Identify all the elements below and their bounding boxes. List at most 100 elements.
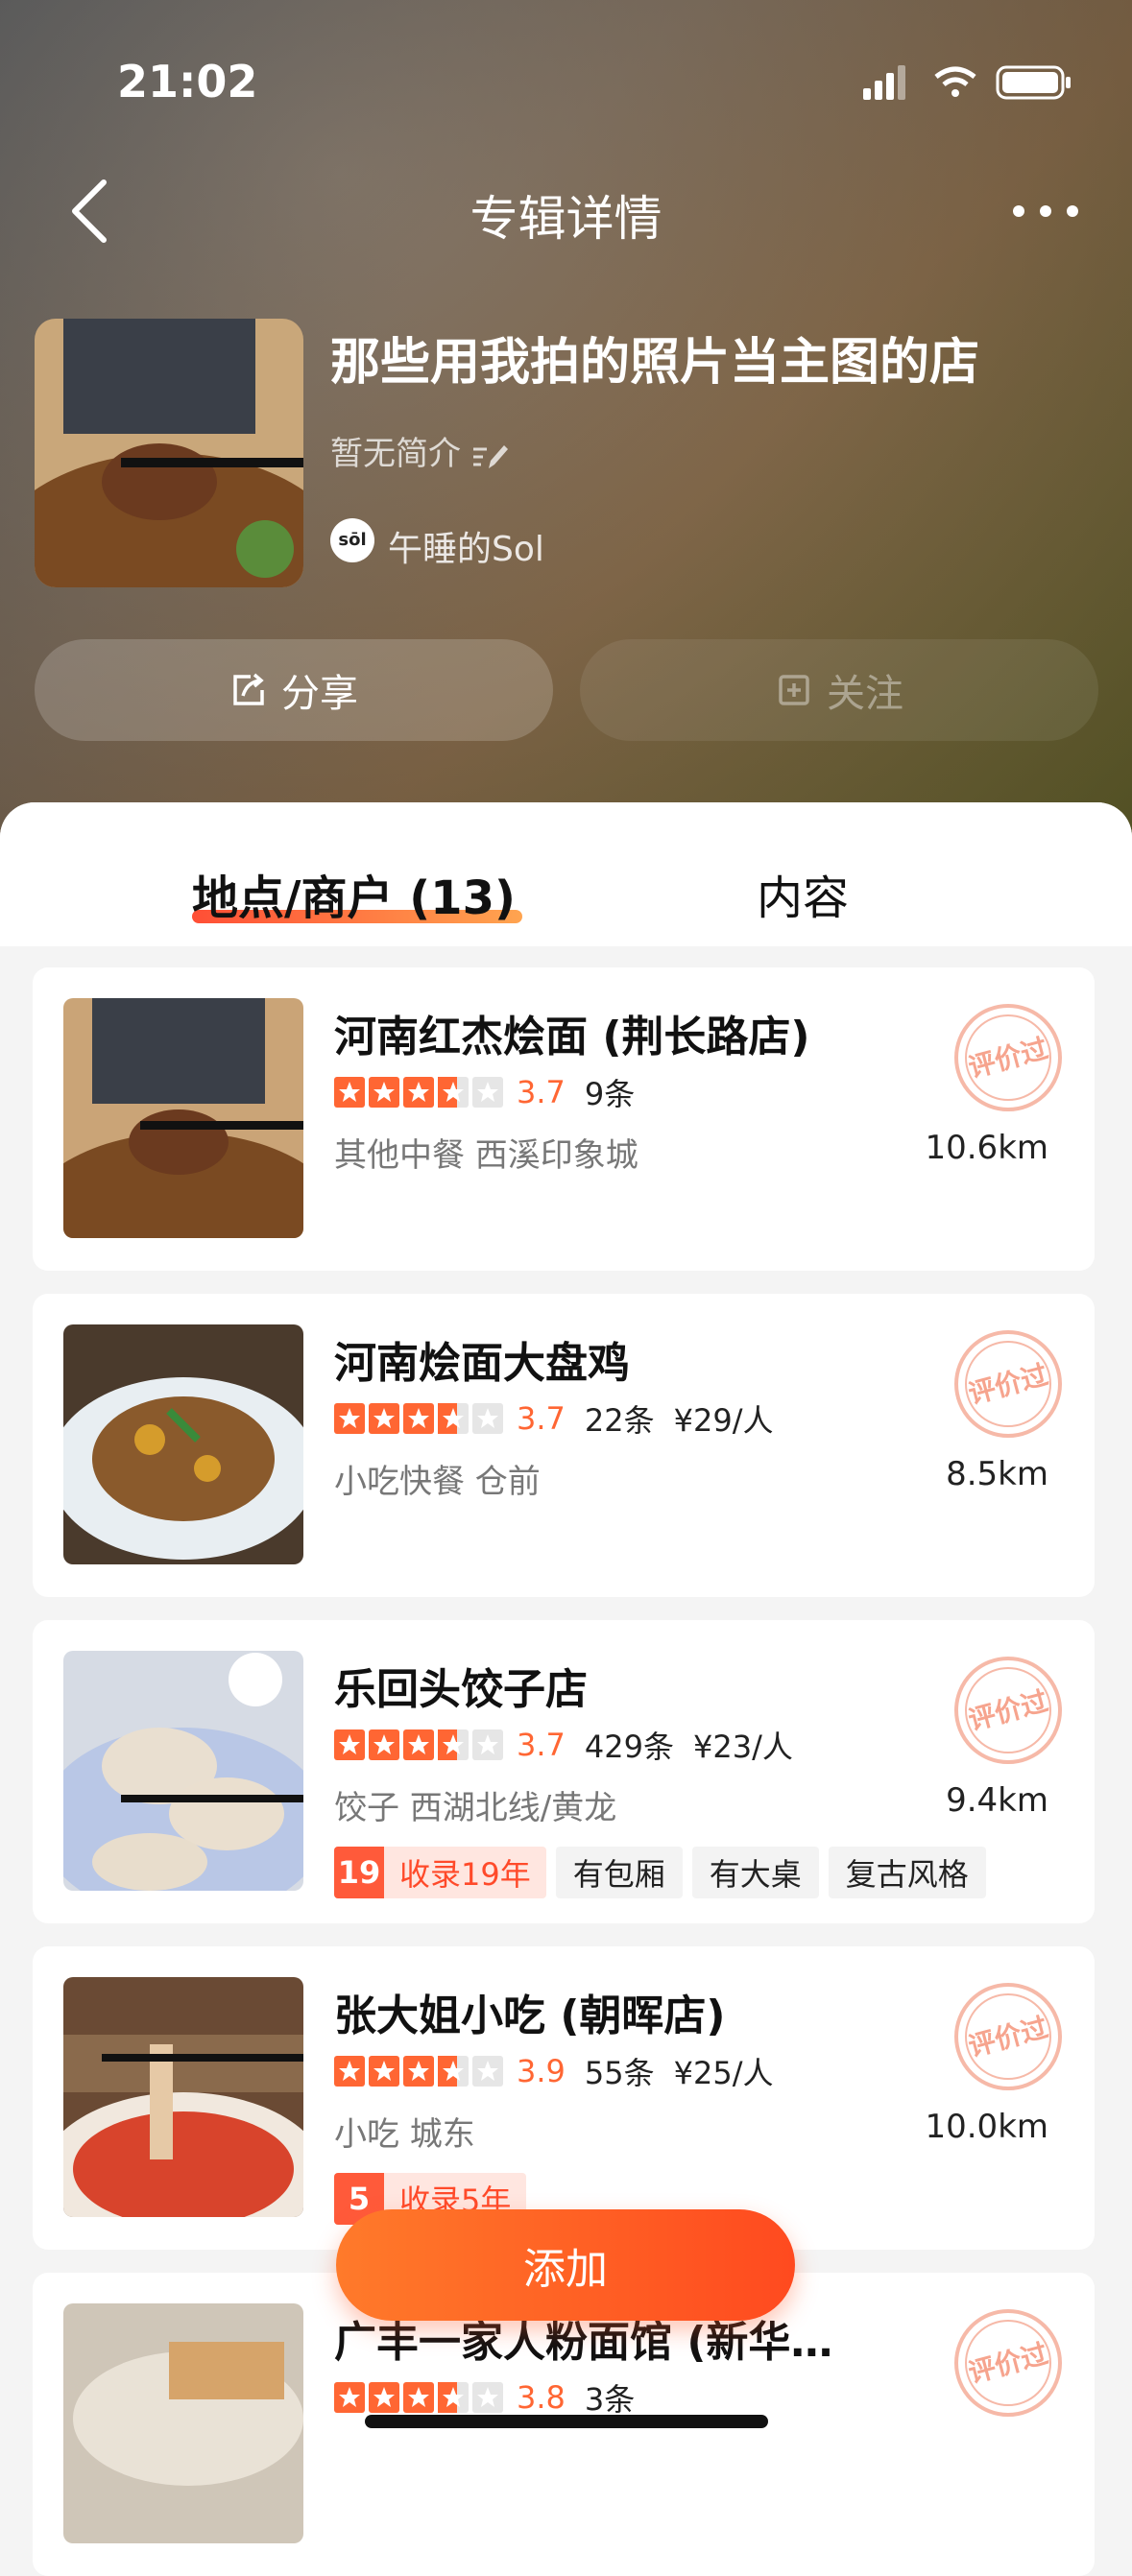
author-avatar[interactable]: sōl: [330, 518, 374, 562]
star-half-icon: [438, 2382, 469, 2413]
star-empty-icon: [472, 1403, 503, 1434]
tab-places[interactable]: 地点/商户 (13): [192, 860, 516, 927]
star-rating: [334, 1729, 503, 1760]
album-description[interactable]: 暂无简介: [330, 427, 510, 474]
rating-value: 3.7: [517, 1400, 566, 1437]
reviewed-stamp-icon: 评价过: [954, 2309, 1062, 2417]
share-icon: [233, 673, 264, 705]
album-cover: [35, 319, 303, 587]
add-button[interactable]: 添加: [336, 2209, 795, 2321]
rating-value: 3.9: [517, 2053, 566, 2089]
place-card[interactable]: 张大姐小吃 (朝晖店) 3.9 55条 ¥25/人 小吃 城东 10.0km 5…: [33, 1946, 1095, 2250]
stamp-text: 评价过: [965, 1359, 1051, 1411]
price-per-person: ¥29/人: [673, 1402, 774, 1439]
share-label: 分享: [281, 672, 358, 716]
place-distance: 10.6km: [925, 1129, 1048, 1167]
star-empty-icon: [472, 2056, 503, 2087]
tab-bar: 地点/商户 (13) 内容: [0, 802, 1132, 946]
review-count: 3条: [584, 2381, 636, 2418]
rating-value: 3.8: [517, 2379, 566, 2416]
rating-value: 3.7: [517, 1074, 566, 1110]
star-half-icon: [438, 2056, 469, 2087]
author-name[interactable]: 午睡的Sol: [388, 521, 544, 571]
place-thumbnail: [63, 1651, 303, 1891]
place-distance: 10.0km: [925, 2108, 1048, 2146]
place-tags: 19 收录19年 有包厢 有大桌 复古风格: [334, 1847, 986, 1898]
place-name: 河南烩面大盘鸡: [334, 1339, 630, 1388]
star-icon: [334, 1403, 365, 1434]
share-button[interactable]: 分享: [35, 639, 553, 741]
page-title: 专辑详情: [470, 191, 662, 247]
place-name: 乐回头饺子店: [334, 1665, 588, 1714]
tab-content[interactable]: 内容: [757, 860, 849, 927]
content-panel: 地点/商户 (13) 内容 河南红杰烩面 (荆长路店) 3.7 9条 其他中餐 …: [0, 802, 1132, 2576]
review-count: 22条: [584, 1402, 655, 1439]
star-icon: [403, 1403, 434, 1434]
rating-row: 3.7 22条 ¥29/人: [334, 1399, 774, 1439]
reviewed-stamp-icon: 评价过: [954, 1330, 1062, 1438]
edit-icon[interactable]: [471, 440, 510, 472]
stamp-text: 评价过: [965, 1685, 1051, 1737]
place-tag: 有包厢: [555, 1847, 683, 1898]
reviewed-stamp-icon: 评价过: [954, 1657, 1062, 1764]
star-empty-icon: [472, 2382, 503, 2413]
star-icon: [334, 2056, 365, 2087]
star-icon: [403, 2056, 434, 2087]
star-icon: [403, 2382, 434, 2413]
star-half-icon: [438, 1403, 469, 1434]
place-tag: 有大桌: [691, 1847, 819, 1898]
reviewed-stamp-icon: 评价过: [954, 1004, 1062, 1111]
star-icon: [334, 1077, 365, 1108]
star-icon: [369, 1729, 399, 1760]
star-half-icon: [438, 1729, 469, 1760]
review-count: 429条: [584, 1729, 674, 1765]
rating-row: 3.8 3条: [334, 2378, 636, 2418]
follow-label: 关注: [827, 672, 903, 716]
place-card[interactable]: 河南红杰烩面 (荆长路店) 3.7 9条 其他中餐 西溪印象城 10.6km 评…: [33, 967, 1095, 1271]
rating-value: 3.7: [517, 1727, 566, 1763]
stamp-text: 评价过: [965, 2338, 1051, 2390]
place-card[interactable]: 河南烩面大盘鸡 3.7 22条 ¥29/人 小吃快餐 仓前 8.5km 评价过: [33, 1294, 1095, 1597]
price-per-person: ¥23/人: [692, 1729, 793, 1765]
place-category: 饺子 西湖北线/黄龙: [334, 1789, 617, 1827]
place-thumbnail: [63, 1324, 303, 1564]
status-icons: [863, 65, 1071, 100]
place-name: 河南红杰烩面 (荆长路店): [334, 1013, 810, 1061]
star-icon: [334, 1729, 365, 1760]
review-count: 9条: [584, 1076, 636, 1112]
more-icon[interactable]: [1007, 192, 1084, 230]
record-badge-number: 19: [334, 1847, 384, 1898]
record-badge-label: 收录19年: [399, 1856, 531, 1893]
place-thumbnail: [63, 1977, 303, 2217]
rating-row: 3.7 9条: [334, 1073, 636, 1112]
place-thumbnail: [63, 998, 303, 1238]
star-half-icon: [438, 1077, 469, 1108]
star-icon: [403, 1729, 434, 1760]
home-indicator[interactable]: [365, 2415, 768, 2428]
star-icon: [369, 2382, 399, 2413]
rating-row: 3.7 429条 ¥23/人: [334, 1726, 793, 1765]
place-card[interactable]: 乐回头饺子店 3.7 429条 ¥23/人 饺子 西湖北线/黄龙 9.4km 1…: [33, 1620, 1095, 1923]
star-icon: [369, 1077, 399, 1108]
star-empty-icon: [472, 1729, 503, 1760]
follow-button[interactable]: 关注: [580, 639, 1098, 741]
status-time: 21:02: [117, 56, 258, 107]
follow-icon: [779, 675, 809, 705]
review-count: 55条: [584, 2055, 655, 2091]
album-description-text: 暂无简介: [330, 435, 461, 473]
place-thumbnail: [63, 2303, 303, 2543]
star-icon: [403, 1077, 434, 1108]
star-rating: [334, 2056, 503, 2087]
star-icon: [369, 1403, 399, 1434]
place-distance: 8.5km: [946, 1455, 1048, 1493]
place-category: 其他中餐 西溪印象城: [334, 1136, 638, 1175]
star-icon: [334, 2382, 365, 2413]
reviewed-stamp-icon: 评价过: [954, 1983, 1062, 2090]
place-category: 小吃快餐 仓前: [334, 1463, 541, 1501]
place-name: 张大姐小吃 (朝晖店): [334, 1992, 726, 2040]
album-title: 那些用我拍的照片当主图的店: [330, 334, 980, 392]
star-rating: [334, 1403, 503, 1434]
rating-row: 3.9 55条 ¥25/人: [334, 2052, 774, 2091]
star-rating: [334, 1077, 503, 1108]
place-distance: 9.4km: [946, 1781, 1048, 1820]
